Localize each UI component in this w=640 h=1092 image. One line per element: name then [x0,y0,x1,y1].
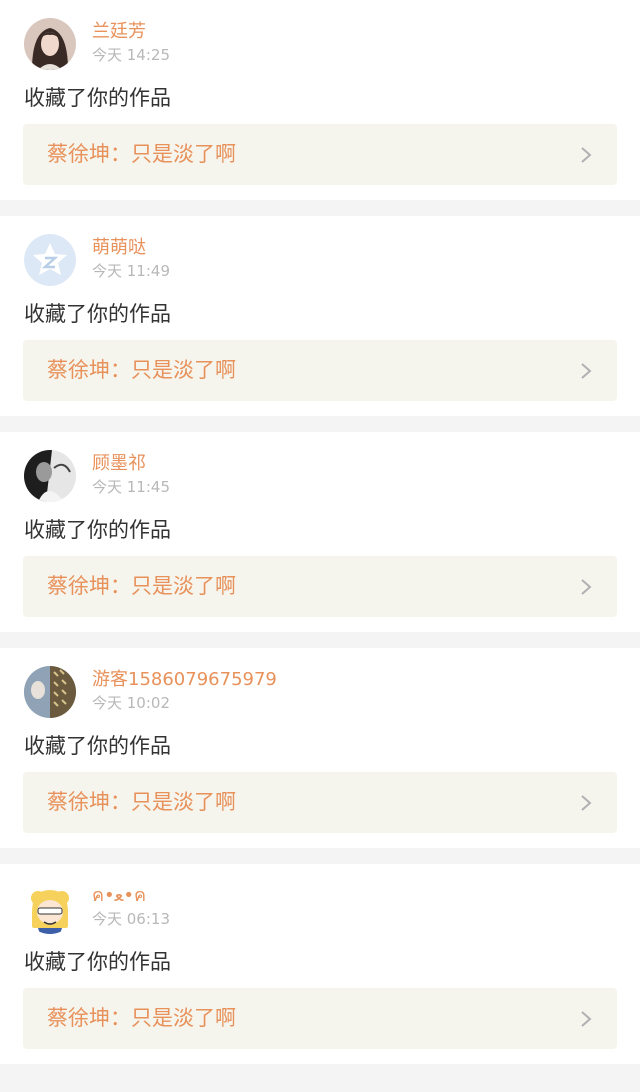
chevron-right-icon [581,795,592,811]
notification-card: 顾墨祁 今天 11:45 收藏了你的作品 蔡徐坤：只是淡了啊 [0,432,640,632]
notification-list: 兰廷芳 今天 14:25 收藏了你的作品 蔡徐坤：只是淡了啊 萌萌哒 今天 11… [0,0,640,1064]
cartoon-avatar-icon [24,882,76,934]
work-link[interactable]: 蔡徐坤：只是淡了啊 [23,556,617,617]
action-text: 收藏了你的作品 [24,86,171,110]
photo-avatar-icon [24,666,76,718]
work-link[interactable]: 蔡徐坤：只是淡了啊 [23,772,617,833]
notification-card: 萌萌哒 今天 11:49 收藏了你的作品 蔡徐坤：只是淡了啊 [0,216,640,416]
user-name[interactable]: 顾墨祁 [92,452,146,476]
work-title: 蔡徐坤：只是淡了啊 [47,142,236,166]
photo-avatar-icon [24,450,76,502]
photo-avatar-icon [24,18,76,70]
work-title: 蔡徐坤：只是淡了啊 [47,574,236,598]
action-text: 收藏了你的作品 [24,302,171,326]
user-name[interactable]: 萌萌哒 [92,236,146,260]
work-title: 蔡徐坤：只是淡了啊 [47,358,236,382]
work-title: 蔡徐坤：只是淡了啊 [47,1006,236,1030]
timestamp: 今天 11:49 [92,262,170,280]
chevron-right-icon [581,1011,592,1027]
work-link[interactable]: 蔡徐坤：只是淡了啊 [23,124,617,185]
work-title: 蔡徐坤：只是淡了啊 [47,790,236,814]
user-avatar[interactable] [24,666,76,718]
action-text: 收藏了你的作品 [24,734,171,758]
user-name[interactable]: 兰廷芳 [92,20,146,44]
user-avatar[interactable] [24,882,76,934]
work-link[interactable]: 蔡徐坤：只是淡了啊 [23,340,617,401]
chevron-right-icon [581,147,592,163]
user-avatar[interactable] [24,234,76,286]
notification-card: ค•ﻌ•ค 今天 06:13 收藏了你的作品 蔡徐坤：只是淡了啊 [0,864,640,1064]
user-avatar[interactable] [24,18,76,70]
action-text: 收藏了你的作品 [24,950,171,974]
notification-card: 兰廷芳 今天 14:25 收藏了你的作品 蔡徐坤：只是淡了啊 [0,0,640,200]
work-link[interactable]: 蔡徐坤：只是淡了啊 [23,988,617,1049]
timestamp: 今天 14:25 [92,46,170,64]
timestamp: 今天 10:02 [92,694,170,712]
timestamp: 今天 06:13 [92,910,170,928]
action-text: 收藏了你的作品 [24,518,171,542]
user-avatar[interactable] [24,450,76,502]
chevron-right-icon [581,579,592,595]
user-name[interactable]: 游客1586079675979 [92,668,277,692]
timestamp: 今天 11:45 [92,478,170,496]
qzone-star-icon [24,234,76,286]
user-name[interactable]: ค•ﻌ•ค [92,884,146,908]
chevron-right-icon [581,363,592,379]
notification-card: 游客1586079675979 今天 10:02 收藏了你的作品 蔡徐坤：只是淡… [0,648,640,848]
